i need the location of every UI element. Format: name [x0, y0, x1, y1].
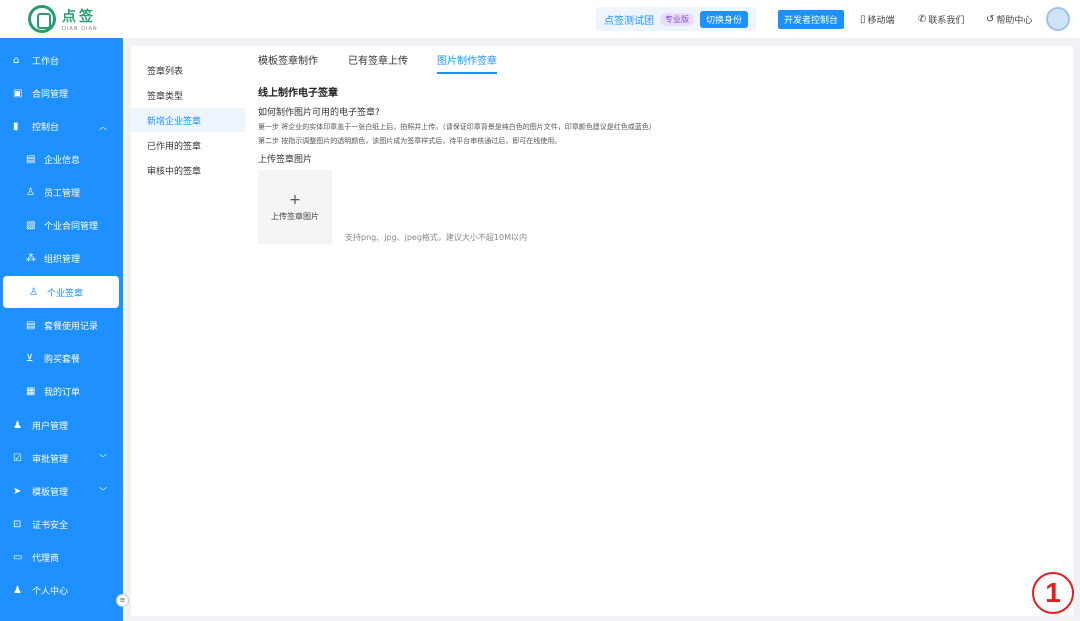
sidebar-item-company-contracts[interactable]: ▧ 个业合同管理 — [0, 209, 123, 241]
phone-icon: ✆ — [918, 14, 927, 25]
person-icon: ♟ — [13, 584, 22, 596]
upload-button-label: 上传签章图片 — [271, 211, 319, 221]
sidebar-item-label: 工作台 — [32, 56, 60, 67]
chevron-down-icon: ﹀ — [99, 486, 107, 496]
sidebar-item-console[interactable]: ▮ 控制台 ︿ — [0, 110, 123, 142]
sidebar-item-label: 我的订单 — [44, 387, 81, 398]
help-question: 如何制作图片可用的电子签章? — [258, 108, 380, 118]
step-number-badge: 1 — [1032, 572, 1074, 614]
logo[interactable]: 点签 DIAN QIAN — [28, 5, 98, 33]
help-link-label: 帮助中心 — [996, 16, 1033, 26]
mobile-icon: ▯ — [860, 14, 866, 25]
chevron-up-icon: ︿ — [99, 121, 107, 131]
approval-icon: ☑ — [13, 452, 22, 464]
doc-icon: ▤ — [26, 153, 36, 165]
step-one: 第一步 将企业的实体印章盖于一张白纸上后，拍照并上传。（请保证印章背景是纯白色的… — [258, 123, 656, 131]
logo-text: 点签 — [62, 9, 96, 25]
sidebar-item-buy-package[interactable]: ⊻ 购买套餐 — [0, 342, 123, 374]
contract-icon: ▣ — [13, 87, 23, 99]
sidebar-item-label: 企业信息 — [44, 155, 81, 166]
contact-link-label: 联系我们 — [928, 16, 965, 26]
sidebar-item-label: 控制台 — [32, 122, 60, 133]
sidebar-item-profile[interactable]: ♟ 个人中心 — [0, 574, 123, 606]
subnav-item-seal-type[interactable]: 签章类型 — [131, 83, 245, 107]
main-panel: 签章列表 签章类型 新增企业签章 已作用的签章 审核中的签章 模板签章制作 已有… — [131, 46, 1073, 616]
mobile-link[interactable]: ▯ 移动端 — [860, 13, 895, 26]
user-icon: ♙ — [26, 186, 35, 198]
collapse-sidebar-icon[interactable]: ≡ — [116, 594, 129, 607]
sidebar-item-label: 购买套餐 — [44, 354, 81, 365]
sidebar-item-org[interactable]: ⁂ 组织管理 — [0, 242, 123, 274]
sidebar-item-label: 证书安全 — [32, 520, 69, 531]
upload-seal-button[interactable]: + 上传签章图片 — [258, 170, 332, 244]
sidebar-item-users[interactable]: ♟ 用户管理 — [0, 409, 123, 441]
subnav-item-new-seal[interactable]: 新增企业签章 — [131, 108, 245, 132]
upload-label: 上传签章图片 — [258, 155, 313, 165]
file-icon: ▧ — [26, 219, 36, 231]
pro-badge: 专业版 — [660, 12, 694, 26]
sidebar-item-company-info[interactable]: ▤ 企业信息 — [0, 143, 123, 175]
help-link[interactable]: ↺ 帮助中心 — [986, 13, 1032, 26]
sidebar-item-templates[interactable]: ➤ 模板管理 ﹀ — [0, 475, 123, 507]
sidebar-item-contracts[interactable]: ▣ 合同管理 — [0, 77, 123, 109]
sidebar-item-company-seal[interactable]: ♙ 个业签章 — [3, 276, 119, 308]
step-two: 第二步 按指示调整图片的透明颜色，该图片成为签章样式后，待平台审核通过后，即可在… — [258, 137, 562, 145]
logo-icon — [28, 5, 56, 33]
mobile-link-label: 移动端 — [867, 16, 895, 26]
upload-hint: 支持png、jpg、jpeg格式，建议大小不超10M以内 — [345, 233, 527, 242]
sidebar-item-label: 个业签章 — [47, 288, 84, 299]
sidebar-item-employees[interactable]: ♙ 员工管理 — [0, 176, 123, 208]
tab-upload-seal[interactable]: 已有签章上传 — [348, 52, 408, 72]
section-title: 线上制作电子签章 — [258, 88, 338, 99]
logo-subtext: DIAN QIAN — [62, 26, 98, 32]
chart-icon: ▮ — [13, 120, 19, 132]
dev-console-button[interactable]: 开发者控制台 — [778, 10, 845, 29]
top-bar: 点签 DIAN QIAN 点签测试团 专业版 切换身份 开发者控制台 ▯ 移动端… — [0, 0, 1080, 38]
sidebar-item-label: 用户管理 — [32, 421, 69, 432]
sidebar-item-agents[interactable]: ▭ 代理商 — [0, 541, 123, 573]
chevron-down-icon: ﹀ — [99, 453, 107, 463]
sidebar: ⌂ 工作台 ▣ 合同管理 ▮ 控制台 ︿ ▤ 企业信息 ♙ 员工管理 ▧ 个业合… — [0, 38, 123, 621]
record-icon: ▤ — [26, 319, 36, 331]
user-manage-icon: ♟ — [13, 419, 22, 431]
sidebar-item-security[interactable]: ⊡ 证书安全 — [0, 508, 123, 540]
sidebar-item-label: 员工管理 — [44, 188, 81, 199]
sidebar-item-label: 模板管理 — [32, 487, 69, 498]
seal-icon: ♙ — [29, 286, 38, 298]
company-switcher: 点签测试团 专业版 切换身份 — [596, 7, 757, 31]
sidebar-item-package-records[interactable]: ▤ 套餐使用记录 — [0, 309, 123, 341]
tab-template-seal[interactable]: 模板签章制作 — [258, 52, 318, 72]
avatar[interactable] — [1046, 7, 1070, 31]
org-icon: ⁂ — [26, 252, 36, 264]
sidebar-item-label: 审批管理 — [32, 454, 69, 465]
sidebar-item-orders[interactable]: ▦ 我的订单 — [0, 375, 123, 407]
subnav-item-used-seals[interactable]: 已作用的签章 — [131, 133, 245, 157]
tab-image-seal[interactable]: 图片制作签章 — [437, 52, 497, 74]
sidebar-item-label: 代理商 — [32, 553, 60, 564]
template-icon: ➤ — [13, 485, 22, 497]
home-icon: ⌂ — [13, 54, 20, 66]
agent-icon: ▭ — [13, 551, 23, 563]
sidebar-item-label: 个人中心 — [32, 586, 69, 597]
sidebar-item-approval[interactable]: ☑ 审批管理 ﹀ — [0, 442, 123, 474]
plus-icon: + — [289, 191, 301, 208]
subnav-item-pending-seals[interactable]: 审核中的签章 — [131, 158, 245, 182]
subnav-item-seal-list[interactable]: 签章列表 — [131, 58, 245, 82]
lock-icon: ⊡ — [13, 518, 22, 530]
company-name: 点签测试团 — [604, 15, 654, 27]
sidebar-item-label: 个业合同管理 — [44, 221, 99, 232]
sidebar-item-label: 套餐使用记录 — [44, 321, 99, 332]
help-icon: ↺ — [986, 14, 995, 25]
sidebar-item-workbench[interactable]: ⌂ 工作台 — [0, 44, 123, 76]
sidebar-item-label: 合同管理 — [32, 89, 69, 100]
order-icon: ▦ — [26, 385, 36, 397]
sidebar-item-label: 组织管理 — [44, 254, 81, 265]
contact-link[interactable]: ✆ 联系我们 — [918, 13, 964, 26]
switch-identity-button[interactable]: 切换身份 — [700, 10, 749, 28]
cart-icon: ⊻ — [26, 352, 34, 364]
